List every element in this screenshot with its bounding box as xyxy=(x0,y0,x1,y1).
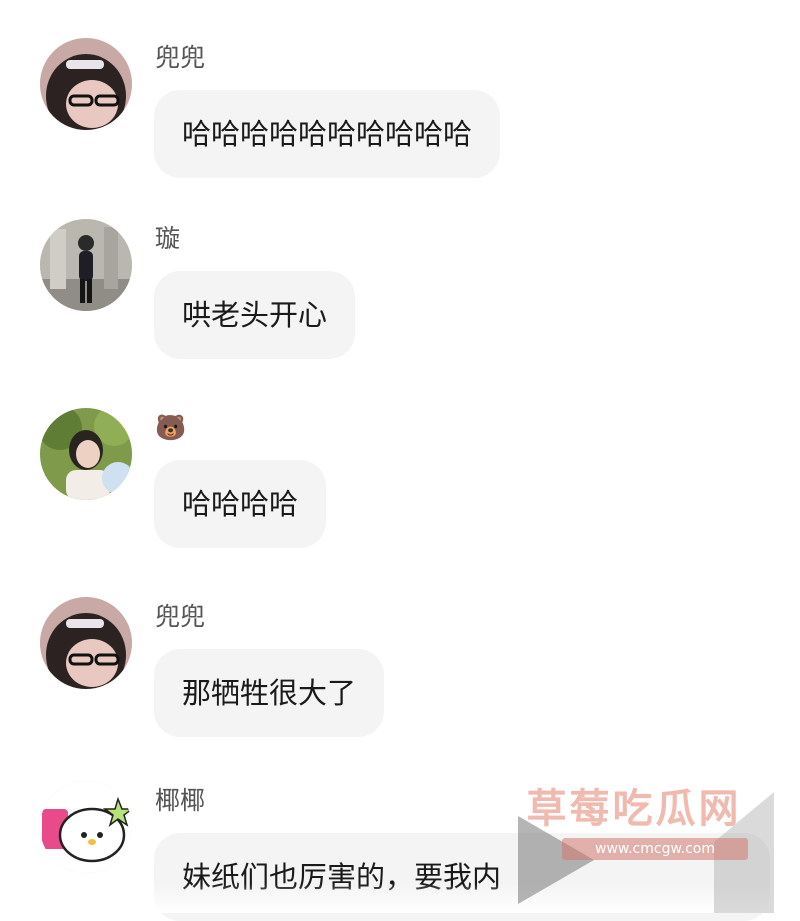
avatar[interactable] xyxy=(40,219,132,311)
message-bubble[interactable]: 哄老头开心 xyxy=(154,271,356,359)
sender-name: 椰椰 xyxy=(155,786,206,815)
sender-name: 兜兜 xyxy=(155,602,206,631)
avatar-image xyxy=(40,408,132,500)
avatar-image xyxy=(40,597,132,689)
avatar-image xyxy=(40,38,132,130)
avatar[interactable] xyxy=(40,781,132,873)
avatar[interactable] xyxy=(40,38,132,130)
message-bubble[interactable]: 哈哈哈哈 xyxy=(154,460,327,548)
bottom-fade xyxy=(0,884,800,913)
chat-thread: 兜兜 哈哈哈哈哈哈哈哈哈哈 璇 哄老头开心 🐻 哈哈哈哈 兜兜 那牺牲很大了 椰… xyxy=(0,0,800,921)
sender-name: 兜兜 xyxy=(155,43,206,72)
avatar[interactable] xyxy=(40,597,132,689)
message-bubble[interactable]: 那牺牲很大了 xyxy=(154,649,385,737)
avatar[interactable] xyxy=(40,408,132,500)
avatar-image xyxy=(40,781,132,873)
avatar-image xyxy=(40,219,132,311)
message-bubble[interactable]: 哈哈哈哈哈哈哈哈哈哈 xyxy=(154,90,501,178)
sender-name: 🐻 xyxy=(155,413,187,442)
sender-name: 璇 xyxy=(155,224,181,253)
